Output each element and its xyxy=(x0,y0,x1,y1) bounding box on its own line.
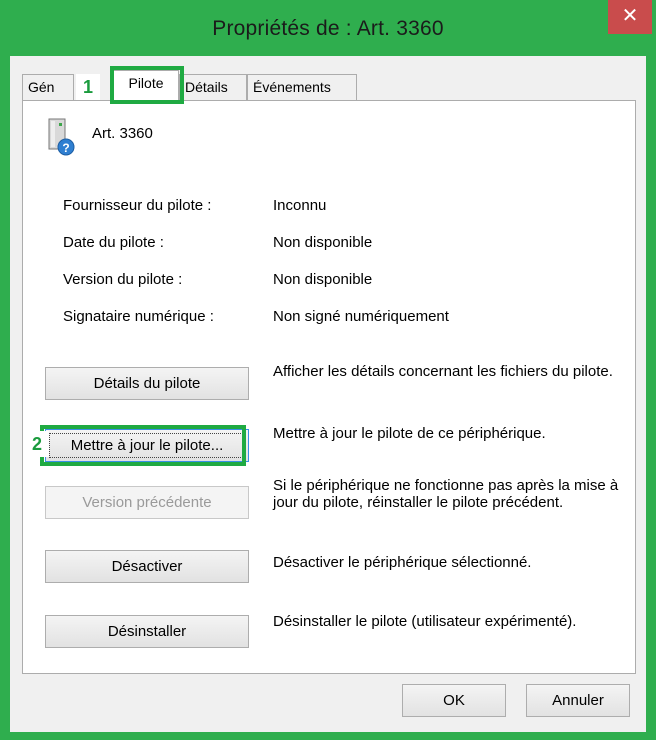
ok-button[interactable]: OK xyxy=(402,684,506,717)
driver-date-label: Date du pilote : xyxy=(63,234,164,251)
cancel-button[interactable]: Annuler xyxy=(526,684,630,717)
rollback-driver-description: Si le périphérique ne fonctionne pas apr… xyxy=(273,477,619,511)
dialog-window: Propriétés de : Art. 3360 ✕ Gén Pilote D… xyxy=(0,0,656,740)
uninstall-driver-button[interactable]: Désinstaller xyxy=(45,615,249,648)
tab-general[interactable]: Gén xyxy=(22,74,74,100)
tab-details[interactable]: Détails xyxy=(179,74,247,100)
driver-provider-value: Inconnu xyxy=(273,197,327,214)
dialog-client-area: Gén Pilote Détails Événements 1 ? Art. 3… xyxy=(10,56,646,732)
disable-device-button[interactable]: Désactiver xyxy=(45,550,249,583)
driver-version-label: Version du pilote : xyxy=(63,271,183,288)
step-badge-2: 2 xyxy=(25,431,49,457)
window-title: Propriétés de : Art. 3360 xyxy=(212,17,444,40)
driver-date-value: Non disponible xyxy=(273,234,373,251)
device-name: Art. 3360 xyxy=(92,125,153,142)
uninstall-driver-description: Désinstaller le pilote (utilisateur expé… xyxy=(273,613,577,630)
driver-provider-label: Fournisseur du pilote : xyxy=(63,197,212,214)
device-unknown-icon: ? xyxy=(48,118,75,156)
tab-pilote[interactable]: Pilote xyxy=(113,70,179,101)
tab-evenements[interactable]: Événements xyxy=(247,74,357,100)
step-badge-1: 1 xyxy=(76,74,100,100)
svg-text:?: ? xyxy=(62,141,69,155)
update-driver-button[interactable]: Mettre à jour le pilote... xyxy=(45,429,249,462)
update-driver-description: Mettre à jour le pilote de ce périphériq… xyxy=(273,425,546,442)
driver-version-value: Non disponible xyxy=(273,271,373,288)
driver-details-description: Afficher les détails concernant les fich… xyxy=(273,363,613,380)
close-button[interactable]: ✕ xyxy=(608,0,652,34)
title-bar[interactable]: Propriétés de : Art. 3360 ✕ xyxy=(0,0,656,56)
pilote-tab-panel: ? Art. 3360 Fournisseur du pilote : Inco… xyxy=(22,100,636,674)
digital-signer-value: Non signé numériquement xyxy=(273,308,449,325)
disable-device-description: Désactiver le périphérique sélectionné. xyxy=(273,554,532,571)
driver-details-button[interactable]: Détails du pilote xyxy=(45,367,249,400)
rollback-driver-button[interactable]: Version précédente xyxy=(45,486,249,519)
digital-signer-label: Signataire numérique : xyxy=(63,308,214,325)
